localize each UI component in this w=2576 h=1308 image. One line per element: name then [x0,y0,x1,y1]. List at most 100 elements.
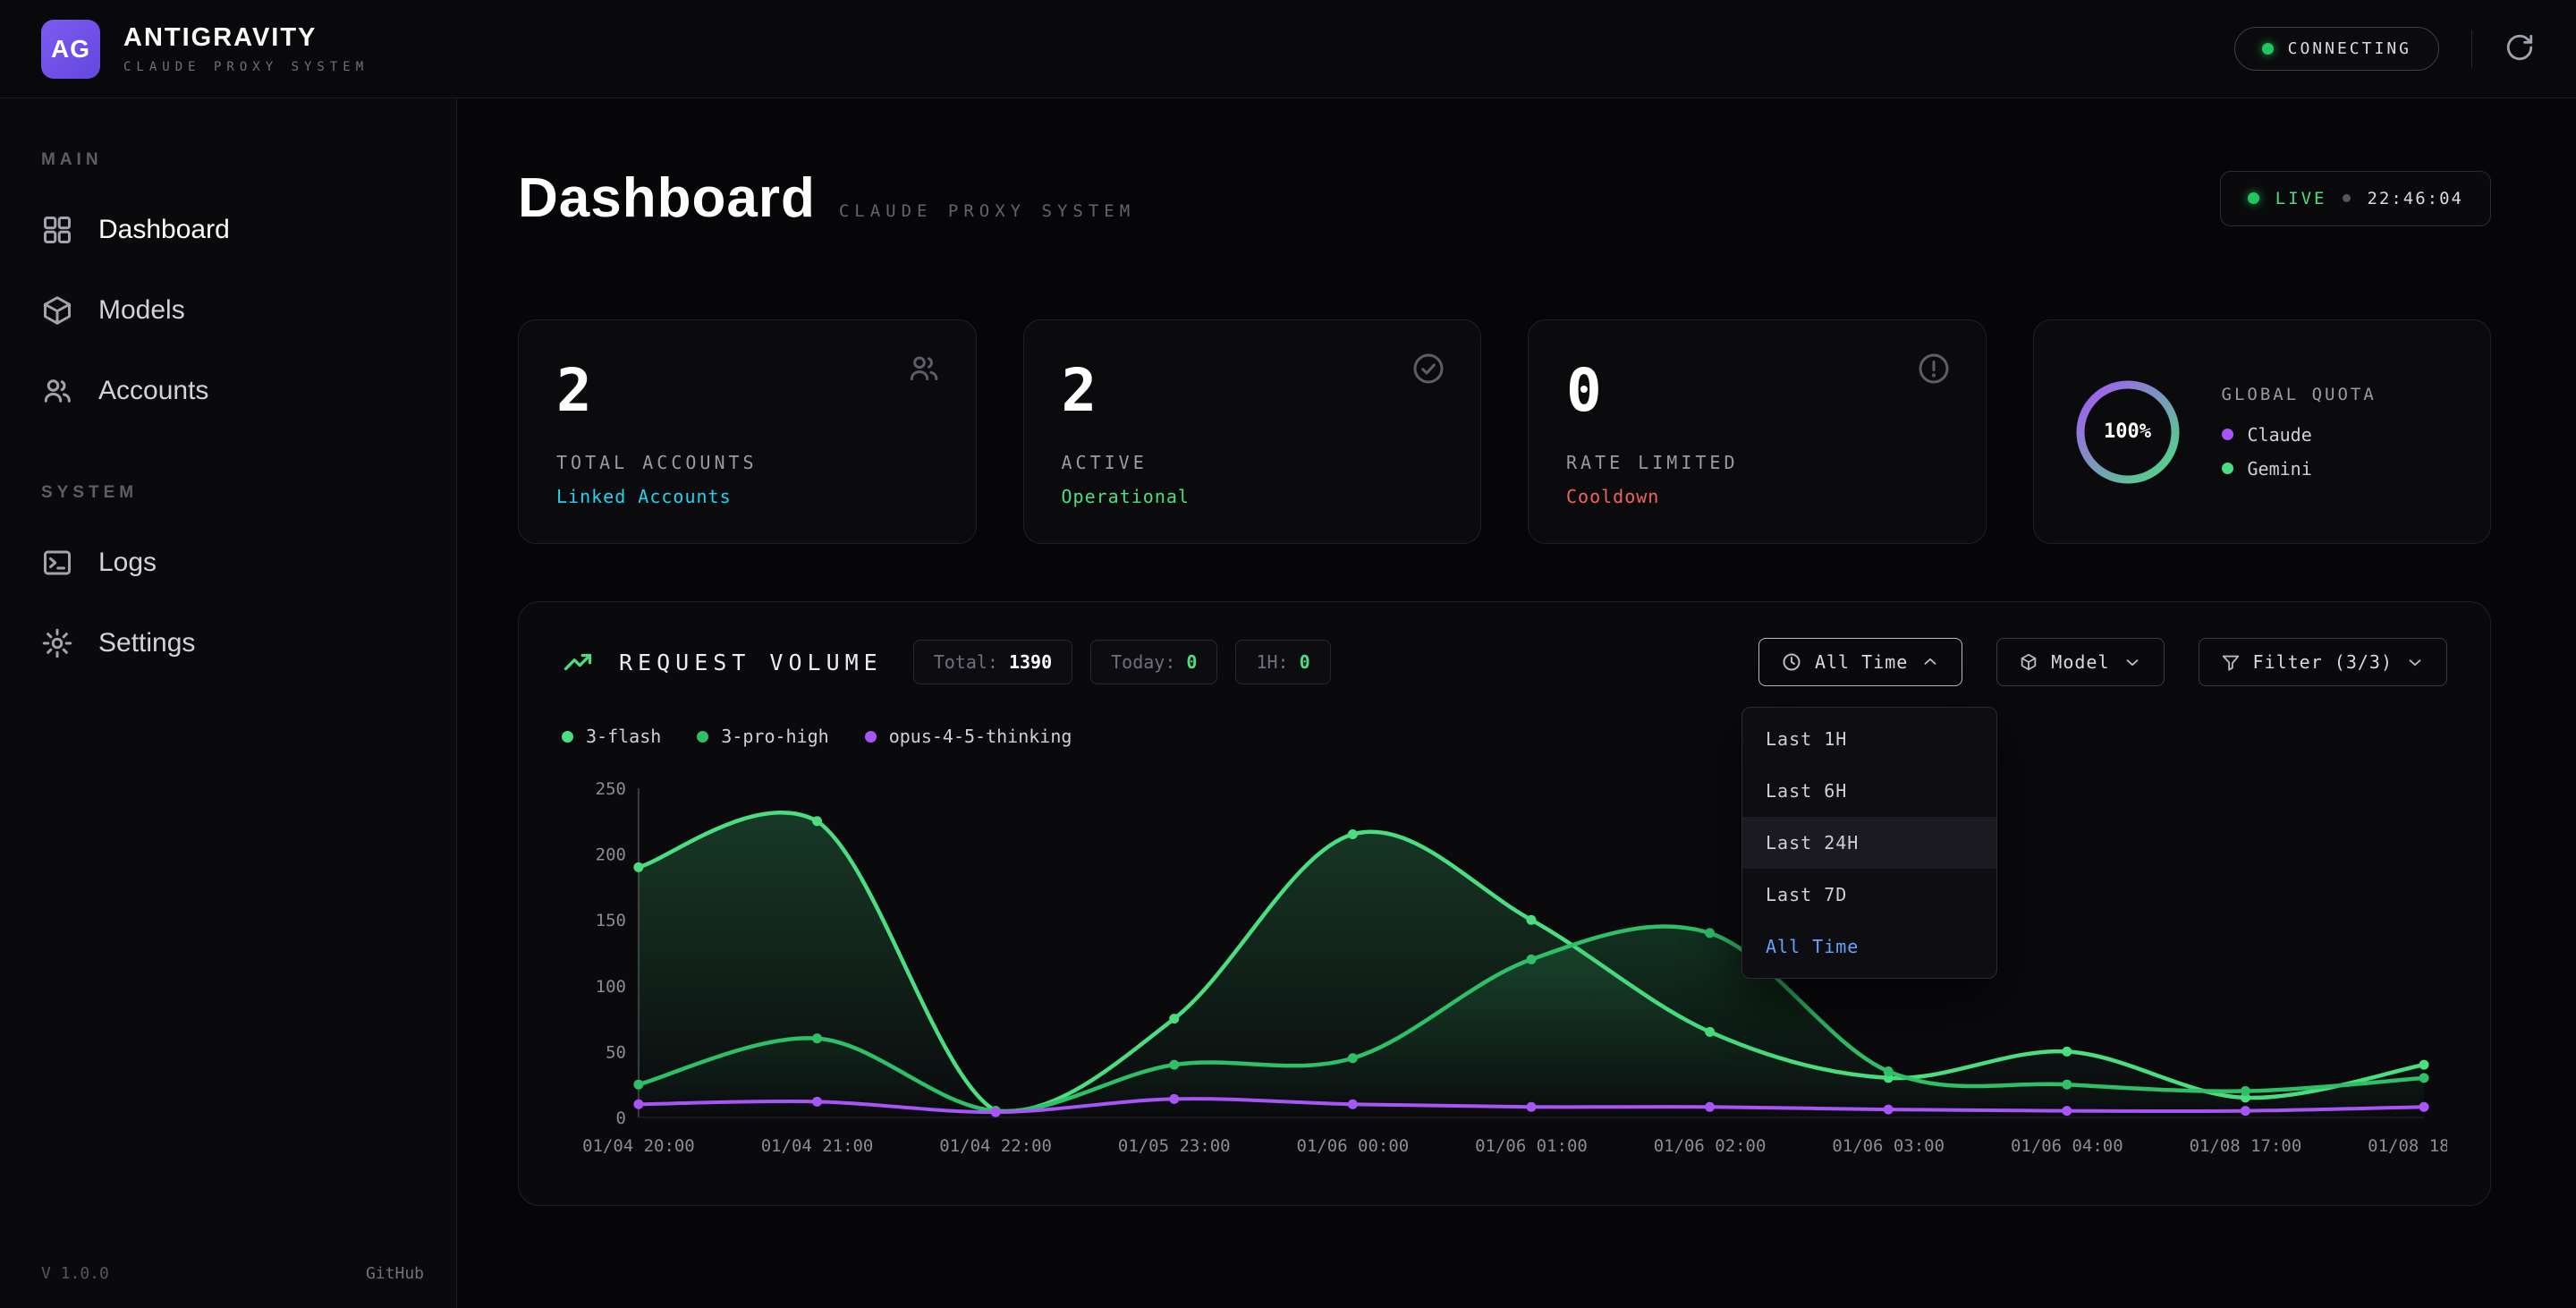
claude-dot-icon [2222,429,2233,440]
svg-text:01/06 02:00: 01/06 02:00 [1654,1136,1767,1156]
model-dropdown-button[interactable]: Model [1996,638,2164,686]
live-dot-icon [2248,192,2259,204]
time-range-dropdown-button[interactable]: All Time [1758,638,1962,686]
refresh-button[interactable] [2504,32,2535,65]
today-label: Today: [1111,651,1175,673]
model-dropdown-value: Model [2051,651,2109,673]
sidebar-section-system: SYSTEM [0,483,456,503]
connection-status-dot-icon [2262,43,2274,55]
app-subtitle: CLAUDE PROXY SYSTEM [123,60,369,74]
quota-legend-label: Claude [2248,424,2312,446]
connection-status-label: CONNECTING [2288,39,2411,58]
stat-card-active: 2 ACTIVE Operational [1023,319,1482,544]
app-logo: AG [41,20,100,79]
sidebar-item-logs[interactable]: Logs [0,522,456,603]
svg-text:01/04 22:00: 01/04 22:00 [939,1136,1052,1156]
request-volume-chart: 05010015020025001/04 20:0001/04 21:0001/… [562,774,2447,1168]
chart-legend: 3-flash 3-pro-high opus-4-5-thinking [562,726,2447,747]
chevron-down-icon [2123,652,2142,672]
total-label: Total: [934,651,998,673]
dropdown-option-last-1h[interactable]: Last 1H [1742,713,1996,765]
series-dot-icon [562,731,573,743]
stat-sub: Cooldown [1566,486,1948,507]
users-icon [41,375,73,407]
funnel-icon [2221,652,2241,672]
stat-sub: Linked Accounts [556,486,938,507]
app-logo-text: AG [51,35,90,64]
svg-text:01/06 03:00: 01/06 03:00 [1832,1136,1945,1156]
chart-title: REQUEST VOLUME [619,650,883,675]
stat-value: 0 [1566,356,1948,425]
svg-text:01/06 00:00: 01/06 00:00 [1297,1136,1410,1156]
total-value: 1390 [1009,651,1052,673]
dashboard-grid-icon [41,214,73,246]
time-range-dropdown-menu: Last 1H Last 6H Last 24H Last 7D All Tim… [1741,707,1997,979]
svg-text:01/04 21:00: 01/04 21:00 [761,1136,874,1156]
hour-requests-pill: 1H: 0 [1235,640,1330,684]
sidebar: MAIN Dashboard Models [0,98,457,1308]
svg-text:01/04 20:00: 01/04 20:00 [582,1136,695,1156]
legend-label: 3-flash [586,726,661,747]
chevron-up-icon [1920,652,1940,672]
time-range-value: All Time [1815,651,1908,673]
page-title: Dashboard [518,166,816,230]
svg-text:50: 50 [606,1042,626,1062]
svg-text:200: 200 [596,845,626,865]
filter-dropdown-value: Filter (3/3) [2253,651,2394,673]
sidebar-item-settings[interactable]: Settings [0,603,456,684]
legend-label: 3-pro-high [721,726,828,747]
svg-text:100: 100 [596,977,626,997]
topbar-divider [2471,30,2472,68]
sidebar-item-dashboard[interactable]: Dashboard [0,190,456,270]
sidebar-item-label: Dashboard [98,215,230,245]
model-cube-icon [2019,652,2038,672]
sidebar-item-label: Logs [98,548,157,578]
live-label: LIVE [2275,189,2327,208]
trend-up-icon [562,646,594,678]
refresh-icon [2504,32,2535,65]
sidebar-item-accounts[interactable]: Accounts [0,351,456,431]
separator-dot-icon [2343,194,2351,202]
svg-text:250: 250 [596,779,626,799]
today-value: 0 [1186,651,1197,673]
app-version: V 1.0.0 [41,1264,109,1283]
legend-item-opus: opus-4-5-thinking [865,726,1072,747]
quota-donut-chart: 100% [2072,376,2184,488]
gear-icon [41,627,73,659]
brand-block: ANTIGRAVITY CLAUDE PROXY SYSTEM [123,23,369,74]
stat-sub: Operational [1062,486,1444,507]
page-subtitle: CLAUDE PROXY SYSTEM [839,201,1135,221]
svg-text:150: 150 [596,911,626,930]
dropdown-option-last-24h[interactable]: Last 24H [1742,817,1996,869]
stat-label: TOTAL ACCOUNTS [556,452,938,473]
svg-text:01/08 18:00: 01/08 18:00 [2368,1136,2447,1156]
sidebar-item-label: Accounts [98,376,208,406]
filter-dropdown-button[interactable]: Filter (3/3) [2199,638,2448,686]
github-link[interactable]: GitHub [366,1264,424,1283]
quota-legend-label: Gemini [2248,458,2312,480]
quota-percent: 100% [2072,376,2184,488]
live-status-pill: LIVE 22:46:04 [2220,171,2491,226]
dropdown-option-last-6h[interactable]: Last 6H [1742,765,1996,817]
chevron-down-icon [2405,652,2425,672]
app-title: ANTIGRAVITY [123,23,369,53]
stat-card-rate-limited: 0 RATE LIMITED Cooldown [1528,319,1987,544]
dropdown-option-all-time[interactable]: All Time [1742,921,1996,973]
quota-legend-gemini: Gemini [2222,458,2377,480]
dropdown-option-last-7d[interactable]: Last 7D [1742,869,1996,921]
clock-value: 22:46:04 [2367,189,2463,208]
connection-status-pill[interactable]: CONNECTING [2234,27,2439,71]
clock-icon [1781,651,1802,673]
topbar: AG ANTIGRAVITY CLAUDE PROXY SYSTEM CONNE… [0,0,2576,98]
series-dot-icon [697,731,708,743]
check-circle-icon [1411,351,1446,390]
sidebar-section-main: MAIN [0,150,456,170]
sidebar-item-label: Models [98,295,185,326]
sidebar-item-label: Settings [98,628,195,658]
svg-text:01/06 01:00: 01/06 01:00 [1475,1136,1588,1156]
alert-circle-icon [1916,351,1952,390]
sidebar-item-models[interactable]: Models [0,270,456,351]
gemini-dot-icon [2222,463,2233,474]
cube-icon [41,294,73,327]
stat-label: ACTIVE [1062,452,1444,473]
